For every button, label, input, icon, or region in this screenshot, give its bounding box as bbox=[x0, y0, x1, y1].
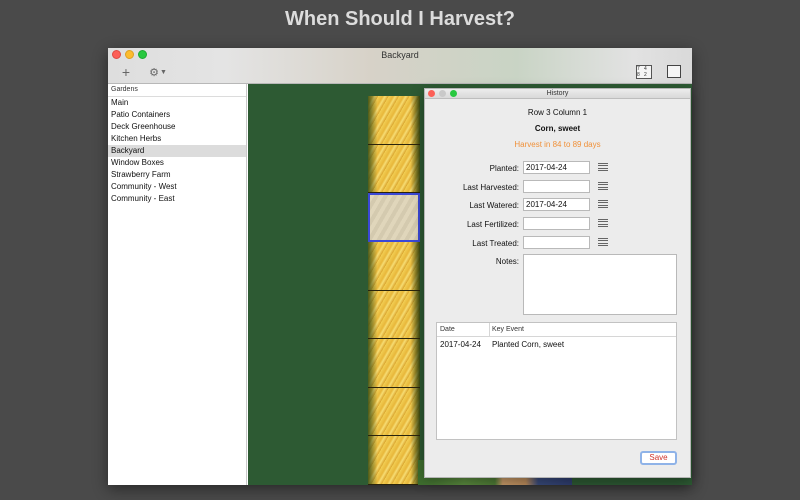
sidebar-item-window-boxes[interactable]: Window Boxes bbox=[108, 157, 246, 169]
corn-tile[interactable] bbox=[368, 290, 420, 340]
corn-tile[interactable] bbox=[368, 339, 420, 388]
corn-tile[interactable] bbox=[368, 96, 420, 145]
sidebar-item-deck-greenhouse[interactable]: Deck Greenhouse bbox=[108, 121, 246, 133]
list-view-button[interactable] bbox=[667, 65, 681, 78]
last-fertilized-label: Last Fertilized: bbox=[466, 220, 519, 229]
window-titlebar: Backyard + ⚙ ▼ 7 4 8 2 bbox=[108, 48, 692, 84]
garden-column bbox=[368, 96, 420, 485]
last-watered-menu-icon[interactable] bbox=[598, 200, 608, 208]
save-button[interactable]: Save bbox=[640, 451, 677, 465]
chevron-down-icon: ▼ bbox=[159, 68, 167, 76]
sidebar-item-strawberry-farm[interactable]: Strawberry Farm bbox=[108, 169, 246, 181]
notes-textarea[interactable] bbox=[523, 254, 677, 315]
sidebar-header: Gardens bbox=[108, 84, 246, 97]
sidebar-item-main[interactable]: Main bbox=[108, 97, 246, 109]
history-titlebar: History bbox=[425, 89, 690, 99]
harvest-estimate: Harvest in 84 to 89 days bbox=[514, 140, 601, 149]
corn-tile[interactable] bbox=[368, 144, 420, 194]
planted-label: Planted: bbox=[489, 164, 519, 173]
add-garden-button[interactable]: + bbox=[119, 64, 133, 80]
last-treated-field[interactable] bbox=[523, 236, 590, 249]
column-header-date[interactable]: Date bbox=[440, 326, 455, 333]
selected-corn-tile[interactable] bbox=[368, 193, 420, 242]
sidebar-item-backyard[interactable]: Backyard bbox=[108, 145, 246, 157]
sidebar-item-kitchen-herbs[interactable]: Kitchen Herbs bbox=[108, 133, 246, 145]
last-harvested-field[interactable] bbox=[523, 180, 590, 193]
last-treated-label: Last Treated: bbox=[472, 239, 519, 248]
key-events-table[interactable]: Date Key Event 2017-04-24 Planted Corn, … bbox=[436, 322, 677, 440]
history-window: History Row 3 Column 1 Corn, sweet Harve… bbox=[424, 88, 691, 478]
column-divider bbox=[489, 323, 490, 336]
sidebar-item-community-east[interactable]: Community - East bbox=[108, 193, 246, 205]
sidebar-item-patio-containers[interactable]: Patio Containers bbox=[108, 109, 246, 121]
grid-digit: 2 bbox=[644, 72, 647, 78]
planted-menu-icon[interactable] bbox=[598, 163, 608, 171]
crop-name: Corn, sweet bbox=[534, 124, 581, 133]
event-description: Planted Corn, sweet bbox=[492, 340, 565, 349]
last-watered-field[interactable]: 2017-04-24 bbox=[523, 198, 590, 211]
grid-digit: 8 bbox=[637, 72, 640, 78]
page-headline: When Should I Harvest? bbox=[284, 8, 516, 30]
last-harvested-label: Last Harvested: bbox=[462, 183, 519, 192]
last-harvested-menu-icon[interactable] bbox=[598, 182, 608, 190]
window-title: Backyard bbox=[381, 50, 419, 60]
column-header-key-event[interactable]: Key Event bbox=[492, 326, 524, 333]
table-header: Date Key Event bbox=[437, 323, 676, 337]
last-fertilized-field[interactable] bbox=[523, 217, 590, 230]
last-treated-menu-icon[interactable] bbox=[598, 238, 608, 246]
planted-field[interactable]: 2017-04-24 bbox=[523, 161, 590, 174]
corn-tile[interactable] bbox=[368, 436, 420, 485]
corn-tile[interactable] bbox=[368, 387, 420, 437]
gear-menu-button[interactable]: ⚙ ▼ bbox=[146, 64, 170, 80]
plot-location: Row 3 Column 1 bbox=[527, 108, 588, 117]
sidebar-item-community-west[interactable]: Community - West bbox=[108, 181, 246, 193]
corn-tile[interactable] bbox=[368, 241, 420, 291]
history-title: History bbox=[546, 90, 569, 97]
gardens-sidebar: Gardens Main Patio Containers Deck Green… bbox=[108, 84, 247, 485]
grid-view-button[interactable]: 7 4 8 2 bbox=[636, 65, 652, 79]
last-watered-label: Last Watered: bbox=[469, 201, 519, 210]
notes-label: Notes: bbox=[495, 257, 519, 266]
event-date: 2017-04-24 bbox=[440, 340, 481, 349]
last-fertilized-menu-icon[interactable] bbox=[598, 219, 608, 227]
table-row[interactable]: 2017-04-24 Planted Corn, sweet bbox=[437, 337, 676, 351]
gear-icon: ⚙ bbox=[149, 66, 159, 79]
